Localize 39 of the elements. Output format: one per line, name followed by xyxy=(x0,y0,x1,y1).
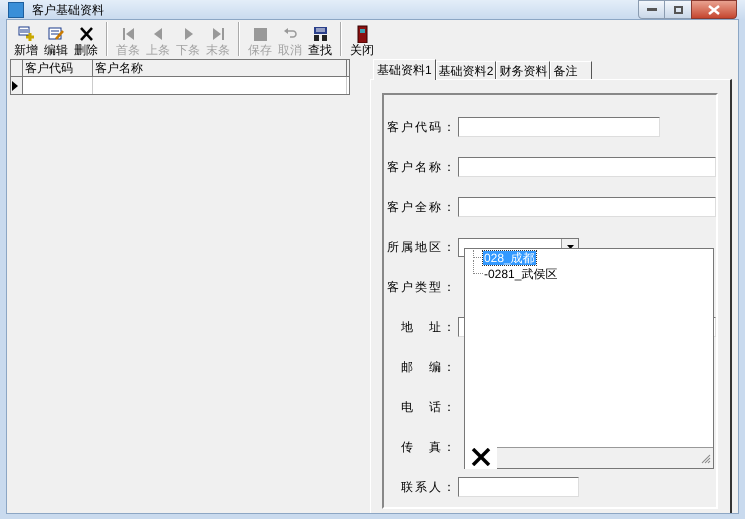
tab[interactable]: 基础资料2 xyxy=(436,61,496,79)
toolbar-button[interactable]: 编辑 xyxy=(41,25,71,57)
toolbar-button[interactable]: 查找 xyxy=(305,25,335,57)
field-label: 客户名称： xyxy=(386,159,458,176)
field-label: 电 话： xyxy=(400,399,458,416)
maximize-button[interactable] xyxy=(665,0,691,19)
toolbar-button[interactable]: 新增 xyxy=(11,25,41,57)
field-label: 客户代码： xyxy=(386,119,458,136)
field-label: 传 真： xyxy=(400,439,458,456)
input-field[interactable] xyxy=(458,197,716,217)
tab[interactable]: 备注 xyxy=(550,61,592,79)
resize-grip-icon[interactable] xyxy=(700,452,711,464)
field-label: 联系人： xyxy=(400,479,458,496)
close-button[interactable] xyxy=(691,0,737,19)
toolbar-button[interactable]: 删除 xyxy=(71,25,101,57)
window-title: 客户基础资料 xyxy=(32,2,104,18)
close-icon xyxy=(708,4,720,14)
tree-item[interactable]: -0281_武侯区 xyxy=(483,267,558,281)
close-button[interactable] xyxy=(465,445,497,469)
square-icon xyxy=(251,25,269,43)
field-label: 邮 编： xyxy=(400,359,458,376)
field-label: 所属地区： xyxy=(386,239,458,256)
close-icon xyxy=(77,25,95,43)
field-label: 客户全称： xyxy=(386,199,458,216)
binoculars-icon xyxy=(311,25,329,43)
tab[interactable]: 基础资料1 xyxy=(373,59,436,80)
row-pointer-icon xyxy=(11,80,18,90)
column-header[interactable]: 客户代码 xyxy=(23,60,93,76)
minimize-button[interactable] xyxy=(638,0,665,19)
input-field[interactable] xyxy=(458,477,579,497)
input-field[interactable] xyxy=(458,157,716,177)
column-header[interactable]: 客户名称 xyxy=(93,60,347,76)
app-icon xyxy=(8,2,24,18)
field-label: 地 址： xyxy=(400,319,458,336)
input-field[interactable] xyxy=(458,117,660,137)
document-plus-icon xyxy=(17,25,35,43)
field-label: 客户类型： xyxy=(386,279,458,296)
tab[interactable]: 财务资料 xyxy=(496,61,550,79)
toolbar-button[interactable]: 关闭 xyxy=(347,25,377,57)
